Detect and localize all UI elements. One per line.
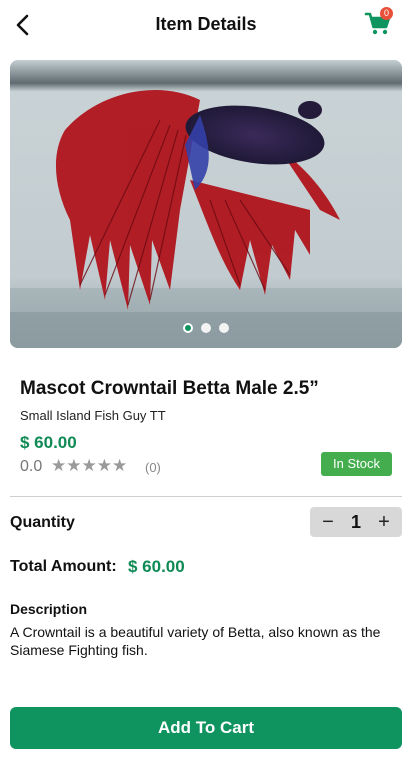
total-amount-value: $ 60.00 [128,557,185,576]
page-title: Item Details [155,14,257,34]
section-divider [10,496,402,497]
star-rating-icon: ★★★★★ [51,456,128,475]
product-name: Mascot Crowntail Betta Male 2.5” [20,378,319,399]
seller-name[interactable]: Small Island Fish Guy TT [20,408,166,423]
carousel-dot[interactable] [201,323,211,333]
quantity-stepper: − 1 + [310,507,402,537]
product-image-carousel[interactable] [10,60,402,348]
total-amount-label: Total Amount: [10,558,117,575]
app-header: Item Details 0 [0,0,412,50]
carousel-dot[interactable] [219,323,229,333]
rating-value: 0.0 [20,458,43,475]
cart-count-badge: 0 [380,7,393,20]
review-count: (0) [145,460,161,475]
stock-status-badge: In Stock [321,452,392,476]
carousel-dot[interactable] [183,323,193,333]
quantity-value: 1 [350,511,361,532]
betta-fish-photo [10,60,402,348]
quantity-label: Quantity [10,514,75,531]
add-to-cart-button[interactable]: Add To Cart [10,707,402,749]
decrement-button[interactable]: − [318,507,338,537]
carousel-pagination [0,323,412,333]
description-heading: Description [10,601,88,617]
product-price: $ 60.00 [20,433,77,452]
increment-button[interactable]: + [374,507,394,537]
description-text: A Crowntail is a beautiful variety of Be… [10,624,381,658]
